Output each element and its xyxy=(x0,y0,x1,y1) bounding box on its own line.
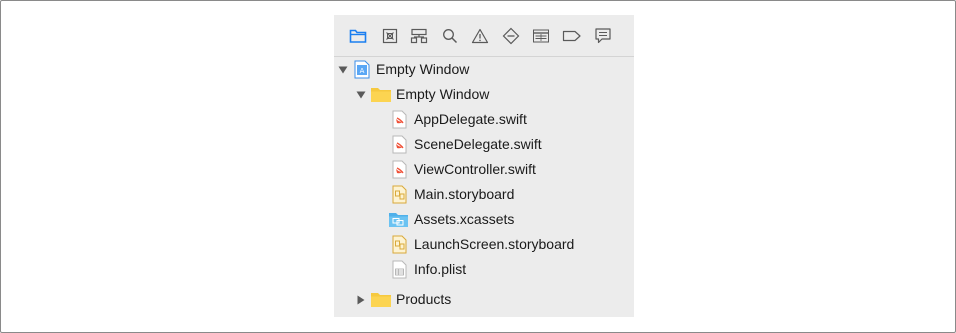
xcode-project-icon: A xyxy=(352,60,371,79)
swift-file-icon xyxy=(390,160,409,179)
tree-row-file[interactable]: ViewController.swift xyxy=(334,157,634,182)
folder-icon xyxy=(370,85,392,104)
svg-text:A: A xyxy=(359,67,364,75)
tree-row-file[interactable]: Main.storyboard xyxy=(334,182,634,207)
folder-icon xyxy=(370,290,392,309)
tree-label: Products xyxy=(396,291,452,307)
swift-file-icon xyxy=(390,135,409,154)
source-control-navigator-icon[interactable] xyxy=(380,26,400,46)
disclosure-triangle-collapsed-icon[interactable] xyxy=(356,295,366,305)
tree-label: ViewController.swift xyxy=(414,161,536,177)
tree-row-group[interactable]: Empty Window xyxy=(334,82,634,107)
asset-catalog-icon xyxy=(388,210,409,229)
report-navigator-icon[interactable] xyxy=(593,26,613,46)
issue-navigator-icon[interactable] xyxy=(470,26,490,46)
debug-navigator-icon[interactable] xyxy=(531,26,551,46)
storyboard-file-icon xyxy=(390,185,409,204)
tree-row-file[interactable]: LaunchScreen.storyboard xyxy=(334,232,634,257)
navigator-toolbar xyxy=(334,15,634,57)
plist-file-icon xyxy=(390,260,409,279)
tree-label: AppDelegate.swift xyxy=(414,111,527,127)
tree-label: Assets.xcassets xyxy=(414,211,515,227)
tree-row-products[interactable]: Products xyxy=(334,287,634,312)
tree-row-file[interactable]: SceneDelegate.swift xyxy=(334,132,634,157)
symbol-navigator-icon[interactable] xyxy=(409,26,429,46)
storyboard-file-icon xyxy=(390,235,409,254)
tree-label: Empty Window xyxy=(396,86,490,102)
tree-row-file[interactable]: Info.plist xyxy=(334,257,634,282)
tree-label: Main.storyboard xyxy=(414,186,515,202)
swift-file-icon xyxy=(390,110,409,129)
tree-row-file[interactable]: AppDelegate.swift xyxy=(334,107,634,132)
tree-label: SceneDelegate.swift xyxy=(414,136,542,152)
disclosure-triangle-expanded-icon[interactable] xyxy=(338,65,348,75)
find-navigator-icon[interactable] xyxy=(440,26,460,46)
test-navigator-icon[interactable] xyxy=(501,26,521,46)
tree-label: Empty Window xyxy=(376,61,470,77)
project-navigator: A Empty Window Empty Window AppDelegate.… xyxy=(334,15,634,317)
project-navigator-folder-icon[interactable] xyxy=(348,26,368,46)
tree-row-project[interactable]: A Empty Window xyxy=(334,57,634,82)
disclosure-triangle-expanded-icon[interactable] xyxy=(356,90,366,100)
tree-label: LaunchScreen.storyboard xyxy=(414,236,575,252)
breakpoint-navigator-icon[interactable] xyxy=(562,26,582,46)
tree-label: Info.plist xyxy=(414,261,467,277)
tree-row-file[interactable]: Assets.xcassets xyxy=(334,207,634,232)
